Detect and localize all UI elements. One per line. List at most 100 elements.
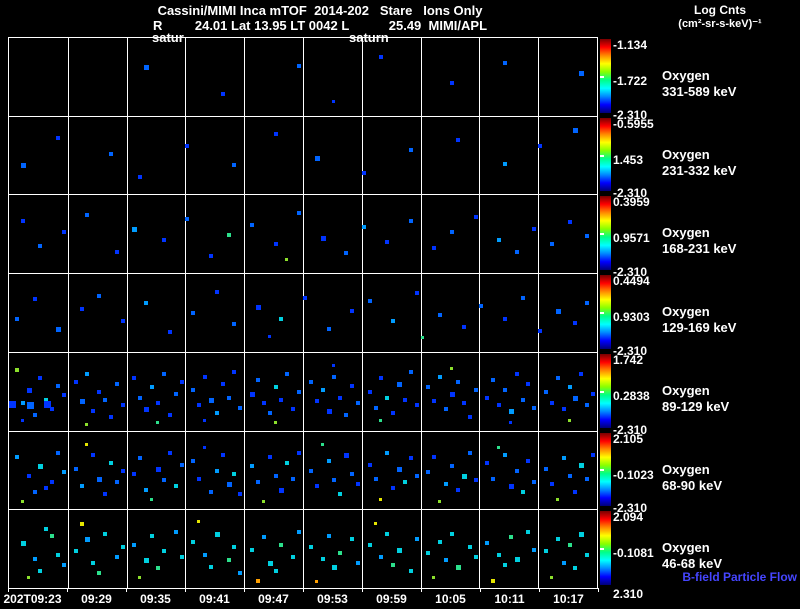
data-point — [585, 301, 589, 305]
data-point — [138, 576, 141, 579]
grid-column-line — [127, 510, 128, 588]
x-axis-tick-label: 10:05 — [435, 592, 466, 606]
data-point — [203, 553, 207, 557]
grid-column-line — [362, 432, 363, 510]
data-point — [374, 522, 377, 525]
x-axis-tick-mark — [539, 588, 540, 592]
data-point — [150, 498, 153, 501]
data-point — [221, 453, 225, 457]
grid-column-line — [244, 353, 245, 431]
data-point — [197, 403, 201, 407]
grid-column-line — [303, 274, 304, 352]
data-point — [85, 213, 89, 217]
data-point — [415, 474, 419, 478]
grid-column-line — [127, 432, 128, 510]
data-point — [180, 380, 184, 384]
x-axis-tick-mark — [598, 588, 599, 592]
data-point — [97, 477, 102, 482]
panel-89-129-keV — [8, 352, 598, 432]
data-point — [591, 392, 595, 396]
data-point — [432, 399, 436, 403]
x-axis-tick-label: 09:59 — [376, 592, 407, 606]
data-point — [356, 482, 360, 486]
data-point — [215, 469, 219, 473]
grid-column-line — [479, 195, 480, 273]
data-point — [268, 561, 273, 566]
grid-column-line — [244, 510, 245, 588]
data-point — [573, 490, 577, 494]
panel-231-332-keV — [8, 116, 598, 196]
data-point — [509, 484, 514, 489]
colorbar-label-mid: -0.1081 — [613, 546, 654, 560]
data-point — [21, 500, 24, 503]
data-point — [438, 313, 442, 317]
grid-column-line — [68, 117, 69, 195]
colorbar — [600, 433, 611, 507]
data-point — [144, 301, 148, 305]
data-point — [444, 407, 448, 411]
data-point — [585, 403, 589, 407]
data-point — [191, 459, 195, 463]
data-point — [238, 571, 242, 575]
data-point — [544, 390, 548, 394]
data-point — [585, 553, 589, 557]
data-point — [403, 398, 407, 402]
data-point — [191, 388, 195, 392]
data-point — [568, 543, 572, 547]
data-point — [426, 551, 430, 555]
data-point — [274, 569, 278, 573]
energy-range-label: 331-589 keV — [662, 84, 736, 99]
data-point — [403, 480, 407, 484]
data-point — [44, 527, 48, 531]
x-axis-tick-label: 10:11 — [494, 592, 524, 606]
data-point — [162, 238, 166, 242]
data-point — [550, 242, 554, 246]
grid-column-line — [362, 274, 363, 352]
colorbar-mid-tick — [600, 548, 604, 550]
data-point — [556, 309, 561, 314]
data-point — [550, 401, 554, 405]
data-point — [121, 469, 125, 473]
data-point — [409, 456, 413, 460]
data-point — [62, 470, 66, 474]
energy-range-label: 89-129 keV — [662, 399, 729, 414]
data-point — [568, 419, 571, 422]
data-point — [132, 543, 136, 547]
data-point — [232, 322, 236, 326]
data-point — [497, 446, 500, 449]
data-point — [338, 492, 342, 496]
data-point — [327, 534, 331, 538]
data-point — [474, 555, 478, 559]
data-point — [97, 390, 101, 394]
data-point — [368, 463, 372, 467]
grid-column-line — [362, 510, 363, 588]
data-point — [256, 579, 260, 583]
data-point — [532, 406, 536, 410]
data-point — [209, 565, 213, 569]
grid-column-line — [303, 510, 304, 588]
colorbar-label-mid: 1.453 — [613, 153, 643, 167]
data-point — [144, 488, 148, 492]
data-point — [80, 399, 85, 404]
x-axis-tick-mark — [126, 588, 127, 592]
grid-column-line — [68, 353, 69, 431]
x-axis-tick-mark — [67, 588, 68, 592]
data-point — [215, 290, 219, 294]
data-point — [191, 311, 195, 315]
data-point — [385, 240, 389, 244]
grid-column-line — [127, 353, 128, 431]
data-point — [538, 144, 542, 148]
grid-column-line — [244, 117, 245, 195]
data-point — [526, 459, 530, 463]
data-point — [274, 385, 278, 389]
data-point — [379, 555, 383, 559]
data-point — [279, 543, 283, 547]
data-point — [526, 530, 530, 534]
colorbar-label-bottom: 2.310 — [613, 587, 643, 601]
data-point — [332, 100, 335, 103]
x-axis-tick-mark — [421, 588, 422, 592]
data-point — [332, 375, 336, 379]
data-point — [462, 474, 467, 479]
data-point — [138, 456, 142, 460]
data-point — [391, 319, 395, 323]
